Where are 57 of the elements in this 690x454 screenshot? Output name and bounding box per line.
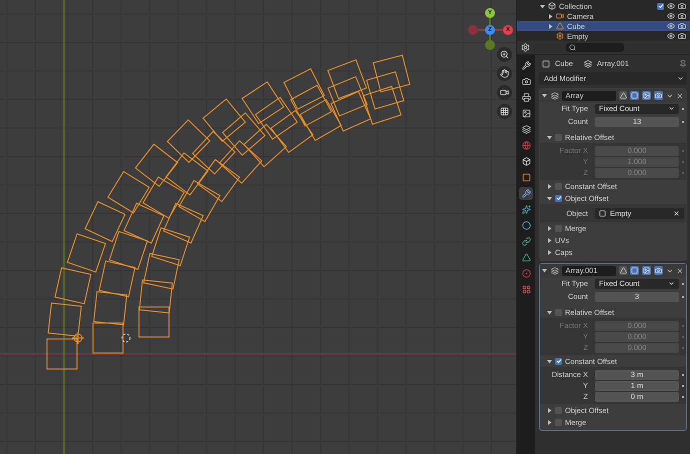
close-icon[interactable] [673, 210, 680, 216]
camera-icon[interactable] [678, 22, 686, 30]
disclosure-triangle-icon[interactable] [546, 310, 552, 314]
square-icon [542, 60, 550, 68]
layers-icon [584, 60, 592, 68]
eye-icon[interactable] [667, 32, 675, 40]
camera-icon[interactable] [678, 12, 686, 20]
pin-icon[interactable] [679, 60, 687, 68]
layers-icon [550, 92, 559, 100]
viewport-toggle-icon[interactable] [630, 91, 640, 100]
camera-icon [556, 12, 564, 20]
triangle-icon [556, 22, 564, 30]
edit-mode-toggle-icon[interactable] [618, 266, 628, 275]
camera-icon[interactable] [678, 32, 686, 40]
square-icon [599, 210, 606, 216]
search-icon [569, 44, 576, 51]
wrench-icon[interactable] [519, 187, 533, 200]
viewport-toggle-icon[interactable] [630, 266, 640, 275]
camera-toggle-icon[interactable] [654, 266, 663, 275]
monitor-toggle-icon[interactable] [642, 91, 651, 100]
disclosure-triangle-icon[interactable] [548, 24, 552, 28]
search-field[interactable] [566, 43, 624, 52]
eye-icon[interactable] [667, 12, 675, 20]
camera-toggle-icon[interactable] [654, 91, 663, 100]
disclosure-triangle-icon[interactable] [546, 184, 552, 188]
editor-type-icon[interactable] [521, 43, 530, 52]
origin-cursor-icon [122, 334, 130, 342]
hand-icon[interactable] [497, 66, 512, 81]
empty-origin-icon [72, 332, 84, 344]
disclosure-triangle-icon[interactable] [546, 238, 552, 242]
layers-icon [550, 266, 559, 274]
grid-icon[interactable] [497, 104, 512, 119]
box-icon [548, 2, 556, 10]
checkbox[interactable] [555, 358, 562, 364]
edit-mode-toggle-icon[interactable] [618, 91, 628, 100]
disclosure-triangle-icon[interactable] [542, 268, 548, 273]
chevron-down-icon [677, 75, 684, 82]
disclosure-triangle-icon[interactable] [546, 358, 552, 364]
close-icon[interactable] [676, 266, 684, 274]
checkbox[interactable] [657, 2, 664, 10]
disclosure-triangle-icon[interactable] [546, 226, 552, 230]
disclosure-triangle-icon[interactable] [546, 134, 552, 140]
disclosure-triangle-icon[interactable] [546, 196, 552, 200]
disclosure-triangle-icon[interactable] [546, 250, 552, 254]
disclosure-triangle-icon[interactable] [546, 420, 552, 424]
close-icon[interactable] [676, 92, 684, 100]
eye-icon[interactable] [667, 22, 675, 30]
disclosure-triangle-icon[interactable] [548, 14, 552, 18]
monitor-toggle-icon[interactable] [642, 266, 651, 275]
disclosure-triangle-icon[interactable] [542, 93, 548, 98]
eye-icon[interactable] [667, 2, 675, 10]
video-camera-icon[interactable] [497, 85, 512, 100]
camera-icon[interactable] [678, 2, 686, 10]
disclosure-triangle-icon[interactable] [540, 4, 544, 8]
disclosure-triangle-icon[interactable] [546, 408, 552, 412]
checkbox[interactable] [555, 194, 562, 202]
zoom-icon[interactable] [497, 47, 512, 62]
